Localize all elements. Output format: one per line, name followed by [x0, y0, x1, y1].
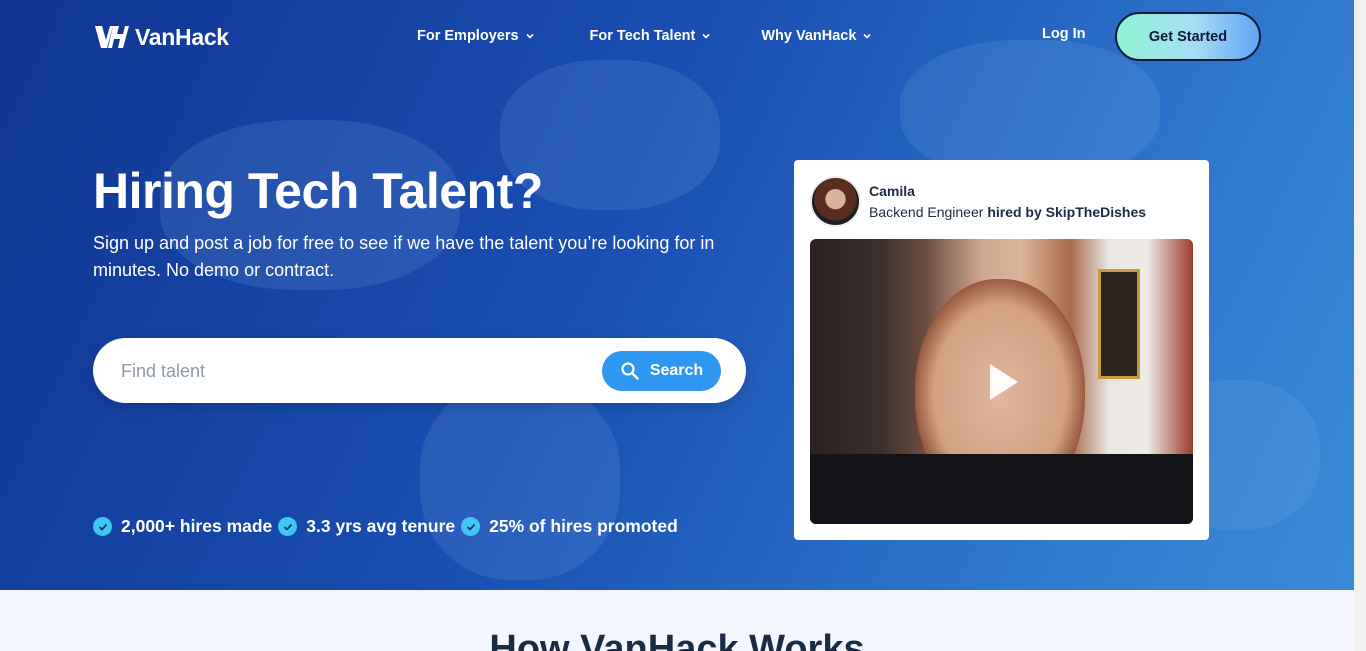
section-title: How VanHack Works — [489, 628, 865, 651]
page-scrollbar[interactable] — [1354, 0, 1366, 651]
nav-for-employers[interactable]: For Employers — [417, 28, 535, 44]
search-button-label: Search — [649, 362, 704, 379]
testimonial-card: Camila Backend Engineer hired by SkipThe… — [794, 160, 1209, 540]
play-icon[interactable] — [990, 364, 1018, 400]
stat-item: 3.3 yrs avg tenure — [278, 516, 455, 537]
brand-name: VanHack — [135, 23, 229, 50]
brand-logo[interactable]: VanHack — [93, 22, 229, 52]
video-frame-decoration — [1098, 269, 1140, 379]
hero-subtitle: Sign up and post a job for free to see i… — [93, 233, 715, 280]
role-title: Backend Engineer — [869, 204, 984, 220]
check-icon — [461, 517, 481, 536]
stat-label: 25% of hires promoted — [489, 516, 678, 536]
search-input[interactable] — [121, 356, 591, 386]
stat-item: 25% of hires promoted — [461, 516, 678, 537]
nav-item-label: For Employers — [417, 28, 519, 44]
avatar — [810, 176, 861, 227]
check-icon — [278, 517, 298, 536]
main-nav: For Employers For Tech Talent Why VanHac… — [417, 28, 872, 44]
map-decoration — [900, 40, 1160, 180]
hired-prefix: hired by — [987, 204, 1042, 220]
nav-for-tech-talent[interactable]: For Tech Talent — [590, 28, 712, 44]
hero-section: VanHack For Employers For Tech Talent Wh… — [0, 0, 1354, 590]
stat-item: 2,000+ hires made — [93, 516, 272, 537]
nav-item-label: For Tech Talent — [589, 28, 696, 44]
login-link[interactable]: Log In — [1042, 26, 1086, 42]
stat-label: 2,000+ hires made — [121, 516, 273, 536]
chevron-down-icon — [525, 33, 534, 39]
hiring-company: SkipTheDishes — [1045, 204, 1147, 220]
chevron-down-icon — [702, 33, 710, 39]
hero-stats: 2,000+ hires made 3.3 yrs avg tenure 25%… — [93, 516, 684, 537]
map-decoration — [420, 380, 620, 580]
talent-search-bar: Search — [93, 338, 746, 403]
search-button[interactable]: Search — [602, 351, 721, 391]
testimonial-name: Camila — [869, 183, 915, 199]
vanhack-logo-icon — [95, 26, 129, 48]
nav-item-label: Why VanHack — [761, 28, 857, 44]
hero-title: Hiring Tech Talent? — [93, 163, 543, 219]
nav-why-vanhack[interactable]: Why VanHack — [761, 28, 872, 44]
video-thumbnail-bottom — [810, 454, 1193, 524]
stat-label: 3.3 yrs avg tenure — [306, 516, 456, 536]
search-icon — [621, 362, 639, 380]
check-icon — [93, 517, 112, 536]
chevron-down-icon — [863, 33, 872, 39]
testimonial-video[interactable] — [810, 239, 1193, 524]
testimonial-role: Backend Engineer hired by SkipTheDishes — [869, 204, 1146, 220]
get-started-button[interactable]: Get Started — [1115, 12, 1261, 61]
